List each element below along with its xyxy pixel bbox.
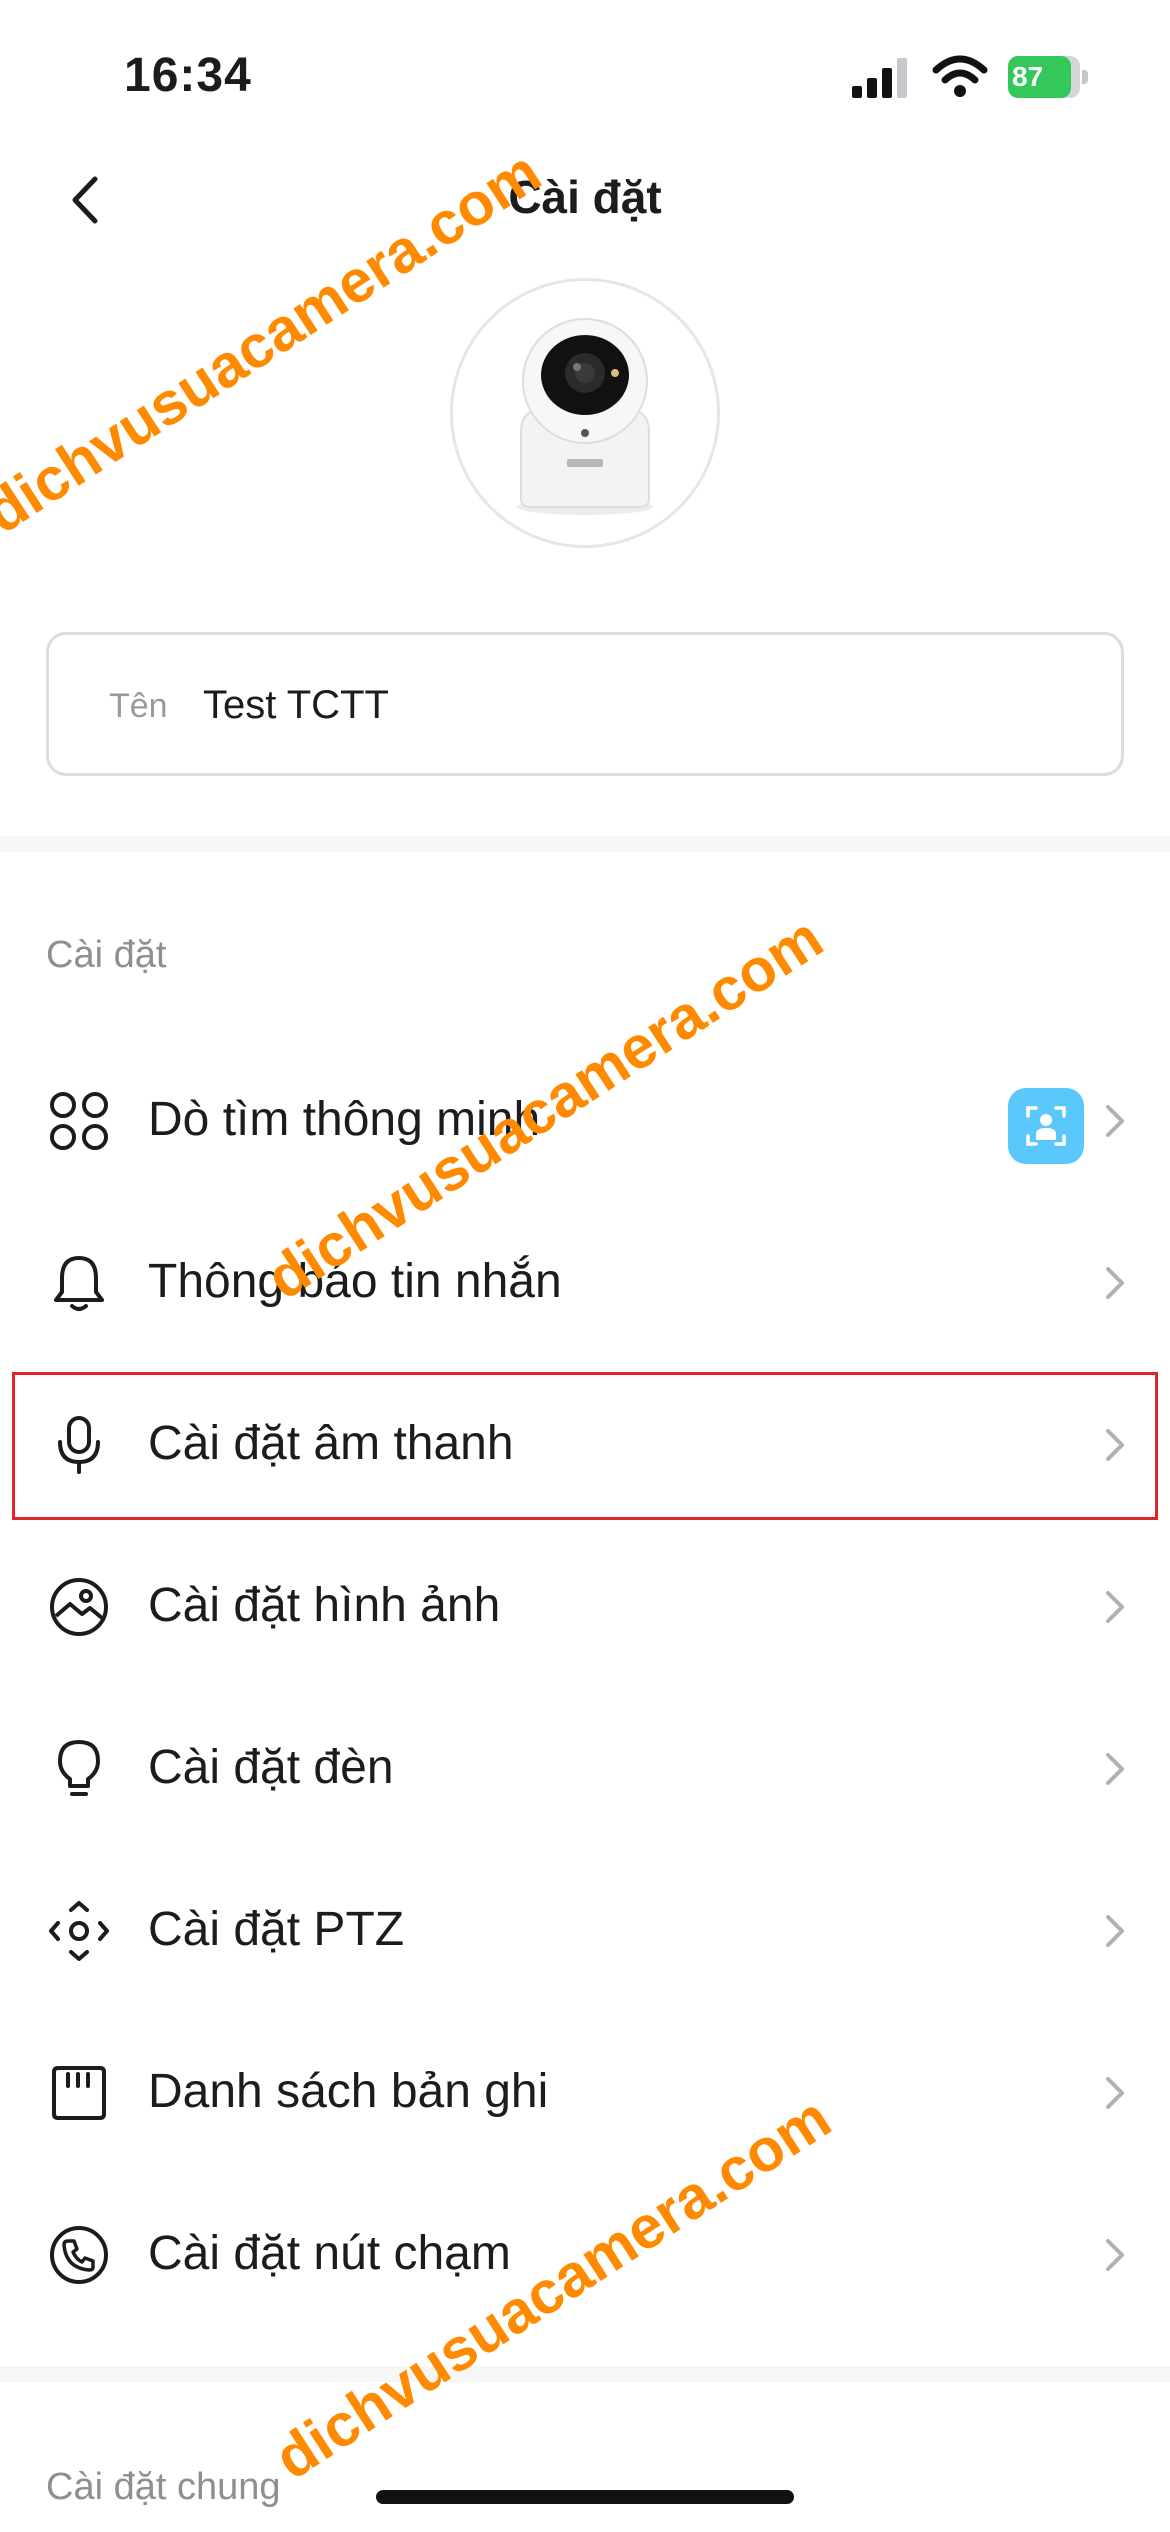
device-name-field[interactable]: Tên Test TCTT (46, 632, 1124, 776)
bell-icon (54, 1256, 104, 1311)
device-image (450, 278, 720, 548)
item-label: Cài đặt PTZ (148, 1903, 405, 1956)
section-title-settings: Cài đặt (46, 934, 167, 976)
settings-item-ptz[interactable]: Cài đặt PTZ (0, 1850, 1170, 2012)
image-icon (50, 1578, 108, 1636)
battery-body: 87 (1008, 56, 1080, 98)
settings-item-audio[interactable]: Cài đặt âm thanh (0, 1364, 1170, 1526)
settings-item-image[interactable]: Cài đặt hình ảnh (0, 1526, 1170, 1688)
person-detection-icon (1008, 1088, 1084, 1164)
wifi-icon (932, 55, 988, 97)
apps-grid-icon (50, 1092, 108, 1150)
nav-bar: Cài đặt (0, 150, 1170, 250)
chevron-right-icon (1106, 1105, 1124, 1137)
settings-item-notifications[interactable]: Thông báo tin nhắn (0, 1202, 1170, 1364)
item-label: Danh sách bản ghi (148, 2065, 549, 2118)
status-time: 16:34 (124, 49, 252, 102)
page-title: Cài đặt (508, 171, 662, 223)
battery-percent: 87 (1012, 61, 1044, 92)
section-divider (0, 2366, 1170, 2382)
item-label: Cài đặt hình ảnh (148, 1579, 501, 1632)
sd-card-icon (52, 2066, 106, 2120)
cellular-signal-icon (852, 58, 907, 98)
name-value: Test TCTT (203, 683, 389, 727)
chevron-right-icon (1106, 2077, 1124, 2109)
settings-item-recordings[interactable]: Danh sách bản ghi (0, 2012, 1170, 2174)
phone-icon (50, 2226, 108, 2284)
status-bar: 16:34 87 (0, 0, 1170, 150)
chevron-right-icon (1106, 1429, 1124, 1461)
battery-charging-icon: 87 (1008, 56, 1090, 98)
chevron-right-icon (1106, 1915, 1124, 1947)
lightbulb-icon (58, 1740, 100, 1796)
battery-cap (1082, 70, 1088, 84)
item-label: Cài đặt âm thanh (148, 1417, 514, 1470)
name-label: Tên (109, 687, 168, 725)
item-label: Cài đặt nút chạm (148, 2227, 511, 2280)
microphone-icon (58, 1416, 100, 1474)
ezviz-camera-image (517, 318, 653, 515)
chevron-right-icon (1106, 2239, 1124, 2271)
ptz-icon (49, 1901, 109, 1961)
section-title-general: Cài đặt chung (46, 2466, 281, 2508)
home-indicator (376, 2490, 794, 2504)
settings-item-light[interactable]: Cài đặt đèn (0, 1688, 1170, 1850)
chevron-right-icon (1106, 1267, 1124, 1299)
section-divider (0, 836, 1170, 852)
chevron-right-icon (1106, 1591, 1124, 1623)
item-label: Cài đặt đèn (148, 1741, 394, 1794)
chevron-right-icon (1106, 1753, 1124, 1785)
